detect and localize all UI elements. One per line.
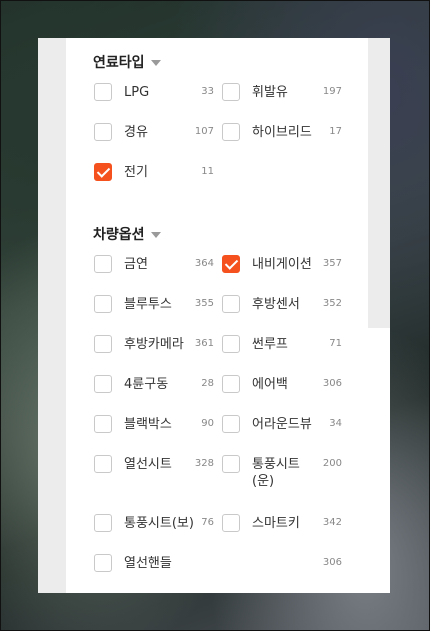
filter-item-label: 휘발유 <box>252 85 288 100</box>
filter-item-label: 후방카메라 <box>124 337 184 352</box>
filter-item-count: 200 <box>322 458 342 469</box>
filter-item-airbag[interactable]: 에어백 306 <box>222 375 342 393</box>
checkbox[interactable] <box>94 83 112 101</box>
checkbox[interactable] <box>94 455 112 473</box>
filter-item-count: 328 <box>194 458 214 469</box>
filter-item-label: 하이브리드 <box>252 125 312 140</box>
filter-item-navigation[interactable]: 내비게이션 357 <box>222 255 342 273</box>
filter-item-count: 34 <box>329 418 342 429</box>
filter-item-label: 어라운드뷰 <box>252 417 312 432</box>
fuel-type-section-header[interactable]: 연료타입 <box>93 52 161 72</box>
caret-down-icon <box>150 232 161 238</box>
filter-item-bluetooth[interactable]: 블루투스 355 <box>94 295 214 313</box>
filter-panel: 연료타입 LPG 33 휘발유 197 경유 107 하이브리드 17 전기 1… <box>38 38 390 593</box>
filter-item-heated-steering[interactable]: 열선핸들 306 <box>94 554 342 572</box>
checkbox[interactable] <box>222 123 240 141</box>
checkbox[interactable] <box>222 415 240 433</box>
checkbox[interactable] <box>222 514 240 532</box>
checkbox[interactable] <box>94 335 112 353</box>
checkbox[interactable] <box>222 455 240 473</box>
filter-item-heated-seat[interactable]: 열선시트 328 <box>94 455 214 473</box>
filter-item-count: 357 <box>322 258 342 269</box>
filter-item-label: 썬루프 <box>252 337 288 352</box>
checkbox[interactable] <box>94 514 112 532</box>
filter-item-count: 33 <box>201 86 214 97</box>
vehicle-options-section-header[interactable]: 차량옵션 <box>93 224 161 244</box>
filter-item-gasoline[interactable]: 휘발유 197 <box>222 83 342 101</box>
filter-item-around-view[interactable]: 어라운드뷰 34 <box>222 415 342 433</box>
checkbox[interactable] <box>222 375 240 393</box>
filter-item-count: 28 <box>201 378 214 389</box>
vehicle-options-title: 차량옵션 <box>93 227 145 243</box>
filter-item-count: 306 <box>322 557 342 568</box>
filter-item-count: 107 <box>194 126 214 137</box>
filter-item-sunroof[interactable]: 썬루프 71 <box>222 335 342 353</box>
filter-item-electric[interactable]: 전기 11 <box>94 163 214 181</box>
filter-item-label: 블루투스 <box>124 297 172 312</box>
filter-item-count: 352 <box>322 298 342 309</box>
checkbox[interactable] <box>222 83 240 101</box>
checkbox[interactable] <box>94 554 112 572</box>
filter-item-blackbox[interactable]: 블랙박스 90 <box>94 415 214 433</box>
filter-item-ventilated-seat-driver[interactable]: 통풍시트(운) 200 <box>222 455 342 489</box>
filter-item-4wd[interactable]: 4륜구동 28 <box>94 375 214 393</box>
filter-item-hybrid[interactable]: 하이브리드 17 <box>222 123 342 141</box>
filter-item-label: 스마트키 <box>252 516 300 531</box>
filter-item-count: 361 <box>194 338 214 349</box>
filter-item-label: 통풍시트(보) <box>124 516 194 531</box>
panel-scrollbar-track[interactable] <box>368 38 390 328</box>
checkbox-checked[interactable] <box>222 255 240 273</box>
filter-item-label: 후방센서 <box>252 297 300 312</box>
filter-item-ventilated-seat-passenger[interactable]: 통풍시트(보) 76 <box>94 514 214 532</box>
checkbox[interactable] <box>94 123 112 141</box>
filter-item-label: 전기 <box>124 165 148 180</box>
filter-item-label: LPG <box>124 85 150 100</box>
filter-item-label: 경유 <box>124 125 148 140</box>
filter-item-smart-key[interactable]: 스마트키 342 <box>222 514 342 532</box>
filter-item-count: 306 <box>322 378 342 389</box>
checkbox-checked[interactable] <box>94 163 112 181</box>
filter-item-label: 블랙박스 <box>124 417 172 432</box>
filter-item-label: 열선핸들 <box>124 556 172 571</box>
filter-item-count: 71 <box>329 338 342 349</box>
checkbox[interactable] <box>222 335 240 353</box>
filter-item-count: 76 <box>201 517 214 528</box>
filter-item-count: 90 <box>201 418 214 429</box>
fuel-type-title: 연료타입 <box>93 55 145 71</box>
filter-item-lpg[interactable]: LPG 33 <box>94 83 214 101</box>
filter-item-nonsmoking[interactable]: 금연 364 <box>94 255 214 273</box>
filter-item-count: 17 <box>329 126 342 137</box>
checkbox[interactable] <box>94 415 112 433</box>
filter-item-diesel[interactable]: 경유 107 <box>94 123 214 141</box>
filter-item-count: 197 <box>322 86 342 97</box>
panel-left-rail <box>38 38 66 593</box>
filter-item-label: 통풍시트(운) <box>252 457 300 489</box>
filter-item-count: 355 <box>194 298 214 309</box>
checkbox[interactable] <box>94 375 112 393</box>
filter-item-count: 11 <box>201 166 214 177</box>
filter-item-label: 4륜구동 <box>124 377 169 392</box>
filter-item-label: 열선시트 <box>124 457 172 472</box>
filter-item-count: 342 <box>322 517 342 528</box>
filter-item-rear-camera[interactable]: 후방카메라 361 <box>94 335 214 353</box>
checkbox[interactable] <box>94 255 112 273</box>
checkbox[interactable] <box>222 295 240 313</box>
filter-item-label: 에어백 <box>252 377 288 392</box>
checkbox[interactable] <box>94 295 112 313</box>
filter-item-label: 금연 <box>124 257 148 272</box>
filter-item-count: 364 <box>194 258 214 269</box>
filter-item-rear-sensor[interactable]: 후방센서 352 <box>222 295 342 313</box>
filter-item-label: 내비게이션 <box>252 257 312 272</box>
caret-down-icon <box>150 60 161 66</box>
